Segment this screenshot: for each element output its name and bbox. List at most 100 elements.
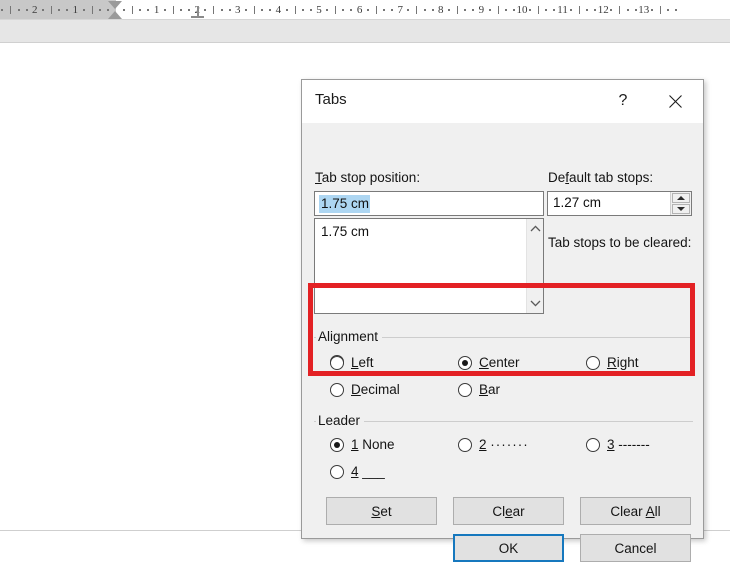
ruler-dot [25, 9, 28, 11]
accel-leader-2: 2 [479, 437, 487, 452]
ruler-dot [285, 9, 288, 11]
tab-stop-list[interactable]: 1.75 cm [314, 218, 544, 314]
ruler-tick [10, 6, 12, 14]
ruler-dot [407, 9, 410, 11]
cancel-button[interactable]: Cancel [580, 534, 691, 562]
radio-label-leader-none: 1 None [351, 437, 395, 452]
ruler-dot [261, 9, 264, 11]
spinner[interactable] [670, 192, 691, 215]
leader-group-title: Leader [316, 412, 365, 430]
page-top-margin-band [0, 20, 730, 43]
radio-leader-none[interactable]: 1 None [330, 437, 395, 452]
ruler-label-13: 13 [638, 4, 650, 16]
radio-label-bar: Bar [479, 382, 501, 397]
ruler-dot [342, 9, 345, 11]
radio-alignment-right[interactable]: Right [586, 355, 639, 370]
ok-button-label: OK [498, 540, 519, 556]
list-scrollbar[interactable] [526, 219, 543, 313]
accel-leader-3: 3 [607, 437, 615, 452]
radio-leader-dashes[interactable]: 3 ------- [586, 437, 650, 452]
ruler-tick [132, 6, 134, 14]
tab-stop-position-accel: T [315, 170, 322, 185]
clear-all-button[interactable]: Clear All [580, 497, 691, 525]
scroll-down-icon[interactable] [527, 295, 543, 312]
default-tab-stops-field[interactable]: 1.27 cm [547, 191, 692, 216]
ruler-dot [667, 9, 670, 11]
help-icon[interactable]: ? [601, 80, 645, 122]
list-item[interactable]: 1.75 cm [321, 224, 369, 239]
ruler-dot [585, 9, 588, 11]
default-label-part2: ault tab stops: [569, 170, 654, 185]
ruler-dot [447, 9, 450, 11]
tab-stop-position-value: 1.75 cm [319, 194, 371, 213]
clear-all-button-label: Clear All [610, 503, 661, 519]
ruler-dot [553, 9, 556, 11]
ruler-dot [650, 9, 653, 11]
radio-label-left: Left [351, 355, 374, 370]
radio-leader-underline[interactable]: 4 ___ [330, 464, 385, 479]
alignment-group: Alignment Left Center Right Decimal Bar [314, 328, 693, 408]
ruler-label-12: 12 [597, 4, 609, 16]
accel-clearall: A [645, 503, 655, 519]
radio-dot-bar [458, 382, 472, 397]
ruler-tick [335, 6, 337, 14]
ruler-dot [350, 9, 353, 11]
ruler-dot [228, 9, 231, 11]
ruler-label-11: 11 [557, 4, 568, 16]
scroll-up-icon[interactable] [527, 220, 543, 237]
ruler-tick [538, 6, 540, 14]
ruler-dot [423, 9, 426, 11]
accel-left: L [351, 355, 359, 370]
radio-label-right: Right [607, 355, 639, 370]
ruler-tick [619, 6, 621, 14]
ruler-label-1: 1 [153, 4, 160, 16]
spinner-up-icon[interactable] [672, 193, 690, 203]
ruler-label-5: 5 [316, 4, 322, 16]
radio-alignment-decimal[interactable]: Decimal [330, 382, 400, 397]
hanging-indent-marker[interactable] [108, 11, 122, 19]
accel-right: R [607, 355, 617, 370]
ruler-dot [204, 9, 207, 11]
chevron-down-glyph [530, 300, 540, 307]
ruler-dot [58, 9, 61, 11]
clear-button[interactable]: Clear [453, 497, 564, 525]
ruler-dot [179, 9, 182, 11]
group-divider [314, 421, 693, 422]
radio-label-leader-dots: 2 ······· [479, 437, 529, 452]
horizontal-ruler[interactable]: 2112345678910111213 [0, 0, 730, 20]
dialog-titlebar[interactable]: Tabs ? [302, 80, 703, 123]
ruler-dot [301, 9, 304, 11]
ruler-dot [529, 9, 532, 11]
close-icon[interactable] [653, 80, 697, 122]
radio-dot-center [458, 355, 472, 370]
ruler-tick [375, 6, 377, 14]
ruler-label-4: 4 [275, 4, 282, 16]
set-button[interactable]: Set [326, 497, 437, 525]
tab-stop-position-input[interactable]: 1.75 cm [314, 191, 544, 216]
dialog-body: Tab stop position: 1.75 cm 1.75 cm Defau… [302, 123, 703, 562]
ok-button[interactable]: OK [453, 534, 564, 562]
ruler-dot [41, 9, 44, 11]
radio-label-leader-underline: 4 ___ [351, 464, 385, 479]
ruler-dot [504, 9, 507, 11]
center-tab-marker[interactable] [191, 6, 204, 19]
spinner-down-icon[interactable] [672, 204, 690, 214]
ruler-dot [675, 9, 678, 11]
default-label-part1: De [548, 170, 566, 185]
first-line-indent-marker[interactable] [108, 1, 122, 9]
accel-center: C [479, 355, 489, 370]
dialog-title: Tabs [315, 91, 347, 108]
ruler-dot [82, 9, 85, 11]
ruler-dot [366, 9, 369, 11]
ruler-label-left-2: 2 [32, 4, 38, 16]
ruler-dot [188, 9, 191, 11]
ruler-label-10: 10 [516, 4, 528, 16]
help-glyph: ? [618, 92, 628, 109]
radio-alignment-bar[interactable]: Bar [458, 382, 500, 397]
radio-alignment-center[interactable]: Center [458, 355, 520, 370]
accel-decimal: D [351, 382, 361, 397]
radio-leader-dots[interactable]: 2 ······· [458, 437, 529, 452]
triangle-down-glyph [677, 207, 685, 211]
radio-alignment-left[interactable]: Left [330, 355, 374, 370]
leader-dots-sample: ······· [490, 437, 529, 452]
